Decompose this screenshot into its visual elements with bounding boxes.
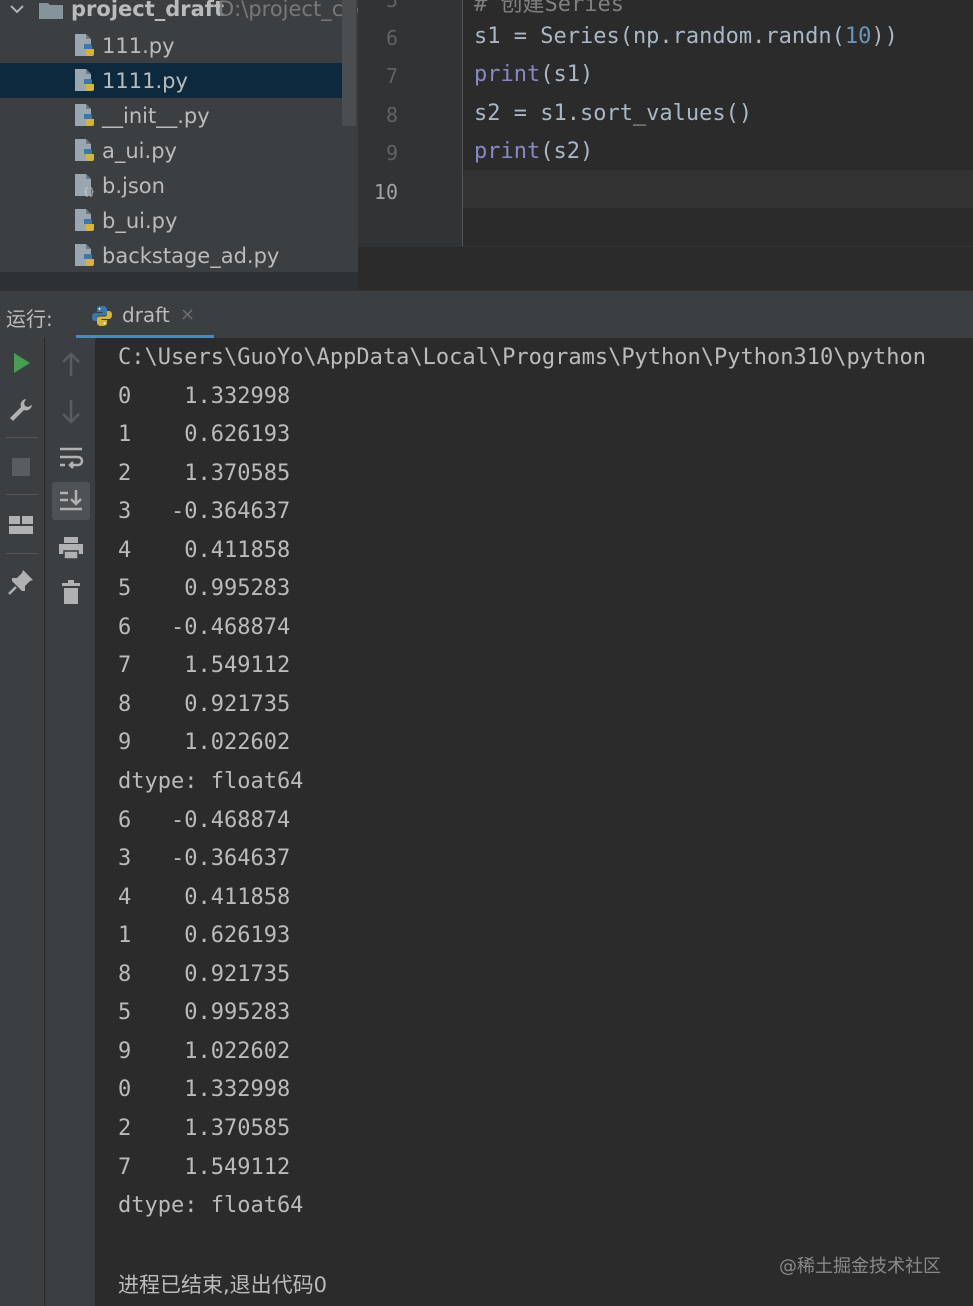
tree-file-name: backstage_ad.py	[102, 243, 280, 268]
print-icon[interactable]	[56, 533, 86, 563]
tree-root-row[interactable]: project_draft D:\project_coc	[0, 0, 358, 28]
console-line: dtype: float64	[118, 1193, 304, 1219]
trash-icon[interactable]	[56, 577, 86, 607]
chevron-down-icon[interactable]	[8, 0, 26, 23]
console-line: 6 -0.468874	[118, 807, 291, 833]
console-line: 7 1.549112	[118, 653, 291, 679]
console-line: 8 0.921735	[118, 691, 291, 717]
editor-empty-area	[358, 246, 973, 291]
line-number: 8	[385, 103, 398, 127]
current-line-highlight	[463, 170, 973, 208]
console-line: 0 1.332998	[118, 383, 291, 409]
tree-file-name: 111.py	[102, 33, 175, 58]
project-root-name: project_draft	[71, 0, 224, 21]
settings-wrench-icon[interactable]	[6, 395, 36, 425]
python-file-icon	[73, 103, 95, 127]
tree-file-row[interactable]: backstage_ad.py	[0, 238, 356, 273]
project-root-path: D:\project_coc	[218, 0, 358, 21]
code-line[interactable]: s2 = s1.sort_values()	[474, 101, 752, 126]
svg-text:{}: {}	[83, 187, 95, 197]
stop-icon[interactable]	[6, 452, 36, 482]
tree-file-name: a_ui.py	[102, 138, 177, 163]
tree-file-row[interactable]: __init__.py	[0, 98, 356, 133]
code-comment: # 创建Series	[474, 0, 624, 17]
watermark: @稀土掘金技术社区	[779, 1256, 941, 1277]
tree-file-name: b_ui.py	[102, 208, 178, 233]
code-line[interactable]: # 创建Series	[474, 0, 624, 18]
tree-file-name: 1111.py	[102, 68, 188, 93]
code-line[interactable]: s1 = Series(np.random.randn(10))	[474, 24, 898, 49]
console-line: dtype: float64	[118, 769, 304, 794]
python-file-icon	[73, 68, 95, 92]
rerun-icon[interactable]	[6, 348, 36, 378]
python-file-icon	[73, 138, 95, 162]
console-line: 9 1.022602	[118, 730, 291, 756]
line-number: 9	[385, 141, 398, 165]
console-line: 9 1.022602	[118, 1038, 291, 1064]
tree-file-row[interactable]: 1111.py	[0, 63, 356, 98]
tree-file-row[interactable]: a_ui.py	[0, 133, 356, 168]
folder-icon	[38, 0, 64, 25]
scroll-down-icon[interactable]	[56, 396, 86, 426]
console-command: C:\Users\GuoYo\AppData\Local\Programs\Py…	[118, 345, 926, 370]
console-line: 1 0.626193	[118, 422, 291, 448]
console-exit-message: 进程已结束,退出代码0	[118, 1273, 328, 1297]
run-tab-label: draft	[122, 303, 170, 327]
code-keyword: print	[474, 62, 541, 87]
console-line: 4 0.411858	[118, 884, 291, 910]
scroll-up-icon[interactable]	[56, 350, 86, 380]
console-line: 8 0.921735	[118, 961, 291, 987]
tree-scrollbar[interactable]	[342, 0, 356, 126]
pin-icon[interactable]	[6, 567, 36, 597]
run-toolbar-left	[0, 338, 45, 1306]
code-line[interactable]: print(s1)	[474, 62, 593, 87]
scroll-to-end-icon[interactable]	[56, 486, 86, 516]
code-keyword: print	[474, 139, 541, 164]
console-line: 0 1.332998	[118, 1077, 291, 1103]
tree-file-row[interactable]: 111.py	[0, 28, 356, 63]
run-panel-label: 运行:	[6, 307, 53, 331]
python-file-icon	[73, 33, 95, 57]
console-line: 3 -0.364637	[118, 846, 291, 872]
console-line: 5 0.995283	[118, 1000, 291, 1026]
console-line: 1 0.626193	[118, 923, 291, 949]
project-tree: project_draft D:\project_coc 111.py 1111.…	[0, 0, 358, 290]
tree-horizontal-scrollbar[interactable]	[0, 272, 358, 290]
python-file-icon	[73, 243, 95, 267]
console-line: 2 1.370585	[118, 1115, 291, 1141]
console-line: 4 0.411858	[118, 537, 291, 563]
python-file-icon	[73, 208, 95, 232]
line-number: 7	[385, 64, 398, 88]
tree-file-name: b.json	[102, 173, 165, 198]
console-line: 2 1.370585	[118, 460, 291, 486]
line-number: 6	[385, 26, 398, 50]
json-file-icon: {}	[73, 173, 95, 198]
line-number: 5	[385, 0, 398, 12]
soft-wrap-icon[interactable]	[56, 442, 86, 472]
tree-file-row[interactable]: {} b.json	[0, 168, 356, 203]
code-number: 10	[844, 24, 872, 49]
line-number: 10	[373, 180, 398, 204]
python-icon	[90, 304, 114, 332]
console-line: 3 -0.364637	[118, 499, 291, 525]
code-line[interactable]: print(s2)	[474, 139, 593, 164]
console-line: 7 1.549112	[118, 1154, 291, 1180]
console-line: 5 0.995283	[118, 576, 291, 602]
layout-icon[interactable]	[6, 510, 36, 540]
tree-file-row[interactable]: b_ui.py	[0, 203, 356, 238]
console-line: 6 -0.468874	[118, 614, 291, 640]
close-icon[interactable]: ×	[180, 304, 195, 325]
tree-file-name: __init__.py	[102, 103, 210, 128]
